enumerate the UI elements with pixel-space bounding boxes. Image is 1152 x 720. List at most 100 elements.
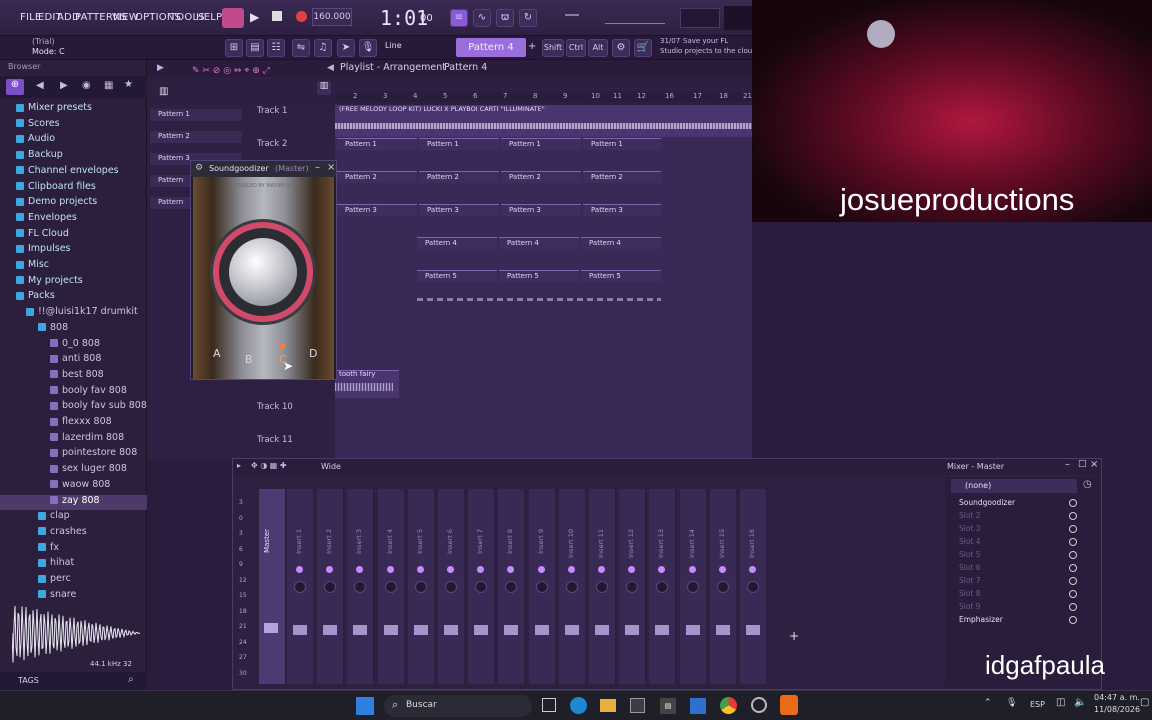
volume-icon[interactable]: 🔈: [1074, 697, 1086, 708]
track-label[interactable]: Track 1: [257, 106, 287, 116]
mode-a-button[interactable]: A: [213, 347, 221, 360]
insert-mute-led[interactable]: [296, 566, 303, 573]
insert-mute-led[interactable]: [658, 566, 666, 573]
pan-knob[interactable]: [626, 581, 639, 593]
master-fader[interactable]: [264, 623, 278, 633]
insert-strip[interactable]: Insert 8: [498, 489, 526, 684]
audio-clip[interactable]: (FREE MELODY LOOP KIT) LUCKI X PLAYBOI C…: [335, 105, 752, 137]
minimize-icon[interactable]: –: [315, 162, 320, 173]
fx-slot-toggle[interactable]: [1069, 538, 1077, 546]
mixer-menu-icon[interactable]: ▸: [237, 461, 241, 470]
fx-slot-toggle[interactable]: [1069, 564, 1077, 572]
browser-item[interactable]: Clipboard files: [0, 181, 147, 196]
pattern-clip[interactable]: Pattern 5: [581, 270, 661, 282]
insert-mute-led[interactable]: [688, 566, 696, 573]
insert-strip[interactable]: Insert 14: [679, 489, 707, 684]
browser-icon[interactable]: ♫: [314, 39, 332, 57]
ctrl-key-button[interactable]: Ctrl: [566, 39, 586, 57]
obs-icon[interactable]: [751, 697, 767, 713]
browser-item[interactable]: booly fav sub 808: [0, 400, 147, 415]
gear-icon[interactable]: ⚙: [612, 39, 630, 57]
insert-strip[interactable]: Insert 1: [287, 489, 314, 684]
insert-mute-led[interactable]: [598, 566, 605, 573]
master-strip[interactable]: Master: [259, 489, 286, 684]
insert-strip[interactable]: Insert 9: [528, 489, 556, 684]
browser-filter-icon[interactable]: ⊕: [6, 79, 24, 95]
fx-slot[interactable]: Slot 4: [951, 536, 1091, 548]
pattern-list-item[interactable]: Pattern 1: [150, 109, 242, 121]
microphone-icon[interactable]: 🎙: [359, 39, 377, 57]
fx-slot-toggle[interactable]: [1069, 603, 1077, 611]
browser-item[interactable]: !!@luisi1k17 drumkit: [0, 306, 147, 321]
insert-mute-led[interactable]: [326, 566, 334, 573]
forward-icon[interactable]: ▶: [60, 80, 68, 91]
insert-mute-led[interactable]: [749, 566, 756, 573]
fx-slot-toggle[interactable]: [1069, 577, 1077, 585]
pattern-clip[interactable]: Pattern 4: [581, 237, 661, 249]
playlist-grid[interactable]: (FREE MELODY LOOP KIT) LUCKI X PLAYBOI C…: [335, 105, 752, 460]
browser-item[interactable]: sex luger 808: [0, 463, 147, 478]
pattern-clip[interactable]: Pattern 2: [501, 171, 581, 183]
insert-strip[interactable]: Insert 15: [709, 489, 737, 684]
network-icon[interactable]: ◫: [1056, 697, 1065, 708]
pan-knob[interactable]: [384, 581, 397, 593]
insert-mute-led[interactable]: [356, 566, 364, 573]
countdown-button[interactable]: ∿: [473, 9, 491, 27]
pan-knob[interactable]: [686, 581, 699, 593]
insert-fader[interactable]: [323, 625, 338, 635]
browser-item[interactable]: Mixer presets: [0, 102, 147, 117]
maximize-icon[interactable]: □: [1078, 459, 1087, 469]
start-icon[interactable]: [356, 697, 374, 715]
track-label[interactable]: Track 2: [257, 139, 287, 149]
pan-knob[interactable]: [656, 581, 669, 593]
fx-slot-toggle[interactable]: [1069, 590, 1077, 598]
pattern-picker-icon[interactable]: ▥: [159, 86, 168, 97]
stop-icon[interactable]: [272, 11, 282, 21]
pattern-clip[interactable]: Pattern 4: [417, 237, 497, 249]
browser-item[interactable]: waow 808: [0, 479, 147, 494]
browser-item[interactable]: 0_0 808: [0, 338, 147, 353]
close-icon[interactable]: ×: [327, 162, 335, 173]
insert-fader[interactable]: [685, 625, 700, 635]
tempo-display[interactable]: 160.000: [312, 8, 352, 26]
pan-knob[interactable]: [324, 581, 337, 593]
browser-item[interactable]: Impulses: [0, 243, 147, 258]
insert-mute-led[interactable]: [386, 566, 394, 573]
pan-knob[interactable]: [505, 581, 518, 593]
browser-item[interactable]: Envelopes: [0, 212, 147, 227]
fx-slot[interactable]: Emphasizer: [951, 614, 1091, 626]
add-pattern-icon[interactable]: +: [528, 41, 536, 52]
insert-fader[interactable]: [413, 625, 428, 635]
browser-item[interactable]: anti 808: [0, 353, 147, 368]
search-icon[interactable]: ⌕: [128, 674, 134, 685]
input-select[interactable]: (none): [951, 479, 1077, 493]
microphone-icon[interactable]: 🎙: [1006, 698, 1017, 708]
pattern-clip[interactable]: Pattern 1: [419, 138, 499, 150]
add-track-icon[interactable]: +: [789, 629, 799, 643]
fx-slot[interactable]: Slot 7: [951, 575, 1091, 587]
gear-icon[interactable]: ⚙: [195, 163, 203, 173]
browser-item[interactable]: hihat: [0, 557, 147, 572]
insert-fader[interactable]: [293, 625, 307, 635]
browser-item[interactable]: Backup: [0, 149, 147, 164]
insert-fader[interactable]: [383, 625, 398, 635]
browser-item[interactable]: My projects: [0, 275, 147, 290]
insert-strip[interactable]: Insert 3: [347, 489, 375, 684]
minimize-icon[interactable]: –: [1065, 459, 1070, 470]
fx-slot[interactable]: Slot 6: [951, 562, 1091, 574]
pattern-clip[interactable]: Pattern 5: [417, 270, 497, 282]
cart-icon[interactable]: 🛒: [634, 39, 652, 57]
insert-fader[interactable]: [564, 625, 579, 635]
fx-slot[interactable]: Slot 5: [951, 549, 1091, 561]
playlist-icon[interactable]: ⊞: [225, 39, 243, 57]
insert-mute-led[interactable]: [477, 566, 485, 573]
browser-item[interactable]: FL Cloud: [0, 228, 147, 243]
fx-slot[interactable]: Soundgoodizer: [951, 497, 1091, 509]
play-icon[interactable]: ▶: [250, 10, 262, 24]
browser-item[interactable]: Misc: [0, 259, 147, 274]
snap-icon[interactable]: ▶: [157, 63, 164, 73]
pan-knob[interactable]: [596, 581, 608, 593]
notifications-icon[interactable]: ▢: [1140, 697, 1149, 708]
chrome-icon[interactable]: [720, 697, 737, 714]
pan-knob[interactable]: [294, 581, 306, 593]
